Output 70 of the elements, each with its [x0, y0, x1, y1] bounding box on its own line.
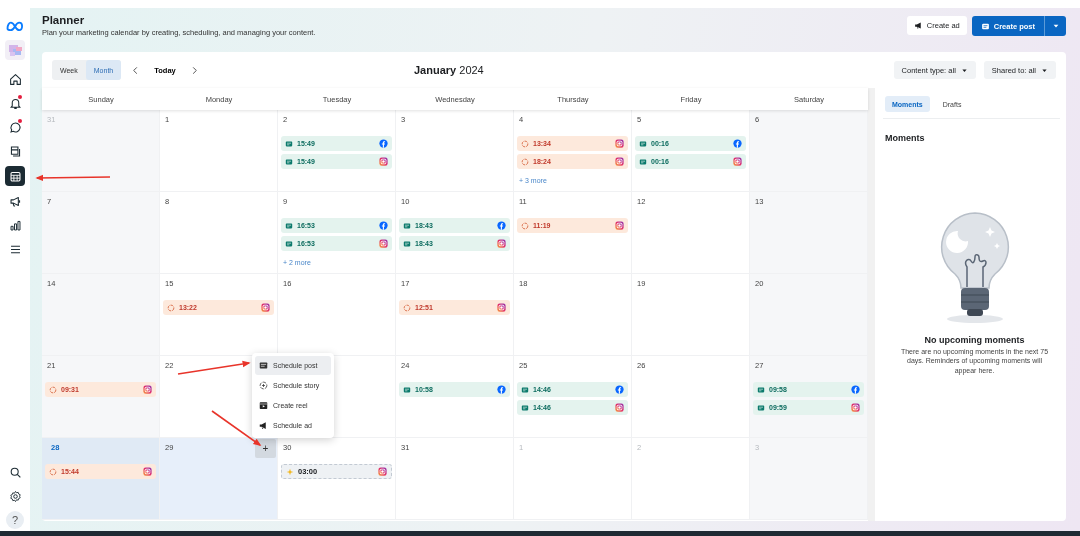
pages-icon — [8, 144, 22, 158]
empty-state-title: No upcoming moments — [924, 335, 1025, 345]
post-icon — [285, 157, 293, 166]
instagram-icon — [615, 157, 624, 166]
post-icon — [521, 385, 529, 394]
sparkle-icon — [286, 467, 294, 476]
facebook-icon — [379, 139, 388, 148]
notification-dot — [18, 119, 22, 123]
post-icon — [403, 385, 411, 394]
page-title: Planner — [42, 14, 86, 26]
panel-heading: Moments — [885, 133, 925, 143]
post-icon — [639, 157, 647, 166]
post-icon — [639, 139, 647, 148]
instagram-icon — [851, 403, 860, 412]
instagram-icon — [379, 239, 388, 248]
post-icon — [757, 403, 765, 412]
instagram-icon — [497, 303, 506, 312]
megaphone-icon — [8, 194, 22, 208]
facebook-icon — [497, 385, 506, 394]
instagram-icon — [497, 239, 506, 248]
instagram-icon — [615, 403, 624, 412]
facebook-icon — [851, 385, 860, 394]
bell-icon — [8, 96, 22, 110]
story-ring-icon — [167, 303, 175, 312]
instagram-icon — [733, 157, 742, 166]
caret-icon — [960, 66, 968, 74]
post-icon — [403, 221, 411, 230]
caret-icon — [1051, 22, 1060, 30]
instagram-icon — [615, 221, 624, 230]
facebook-icon — [733, 139, 742, 148]
help-button[interactable]: ? — [6, 511, 24, 529]
nav-item[interactable] — [5, 166, 25, 186]
story-icon — [259, 381, 268, 390]
add-button[interactable]: + — [255, 439, 276, 458]
search-icon — [8, 465, 22, 479]
clapperboard-icon — [259, 401, 268, 410]
instagram-icon — [379, 157, 388, 166]
notification-dot — [18, 95, 22, 99]
facebook-icon — [497, 221, 506, 230]
post-icon — [285, 239, 293, 248]
post-icon — [259, 361, 268, 370]
megaphone-icon — [259, 421, 268, 430]
post-icon — [403, 239, 411, 248]
post-icon — [757, 385, 765, 394]
bar-chart-icon — [8, 218, 22, 232]
facebook-icon — [615, 385, 624, 394]
post-icon — [285, 221, 293, 230]
logo-icon[interactable] — [5, 20, 25, 32]
instagram-icon — [261, 303, 270, 312]
instagram-icon — [143, 385, 152, 394]
story-ring-icon — [403, 303, 411, 312]
story-ring-icon — [49, 385, 57, 394]
post-icon — [285, 139, 293, 148]
instagram-icon — [378, 467, 387, 476]
instagram-icon — [143, 467, 152, 476]
scrollbar[interactable] — [868, 88, 875, 521]
instagram-icon — [615, 139, 624, 148]
story-ring-icon — [521, 221, 529, 230]
facebook-icon — [379, 221, 388, 230]
chat-bubble-icon — [8, 120, 22, 134]
post-icon — [980, 21, 990, 31]
megaphone-icon — [913, 21, 923, 30]
story-ring-icon — [49, 467, 57, 476]
caret-icon — [1041, 66, 1048, 74]
post-icon — [521, 403, 529, 412]
calendar-icon — [8, 169, 22, 183]
home-icon — [8, 72, 22, 86]
arrow-annotation — [211, 410, 262, 446]
month-title: January 2024 — [414, 64, 484, 76]
settings-icon — [8, 489, 22, 503]
